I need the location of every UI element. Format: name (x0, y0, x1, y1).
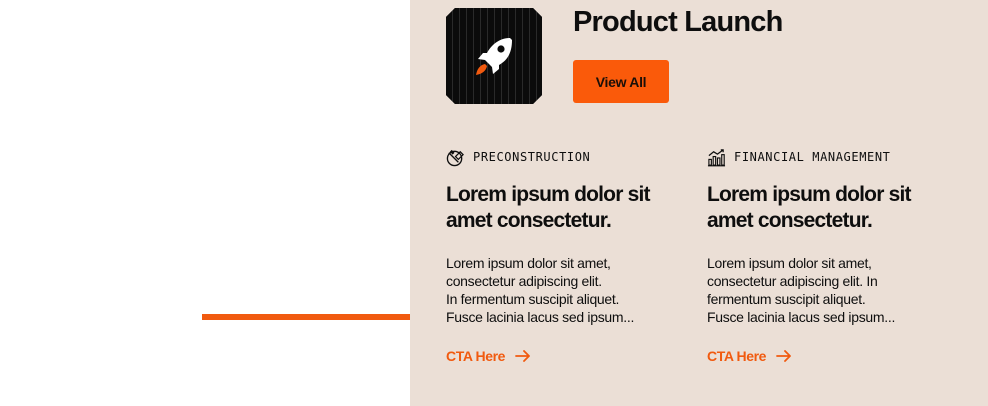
feature-card-preconstruction: PRECONSTRUCTION Lorem ipsum dolor sit am… (446, 146, 696, 366)
cta-link[interactable]: CTA Here (446, 348, 531, 364)
card-tag-label: FINANCIAL MANAGEMENT (734, 150, 891, 164)
cta-label: CTA Here (707, 348, 767, 364)
feature-card-financial-management: FINANCIAL MANAGEMENT Lorem ipsum dolor s… (707, 146, 957, 366)
card-tag: FINANCIAL MANAGEMENT (707, 146, 957, 168)
card-tag-label: PRECONSTRUCTION (473, 150, 591, 164)
card-body-line: Lorem ipsum dolor sit amet, (446, 255, 611, 271)
card-tag: PRECONSTRUCTION (446, 146, 696, 168)
arrow-right-icon (515, 350, 530, 362)
card-heading: Lorem ipsum dolor sit amet consectetur. (707, 183, 912, 232)
card-heading: Lorem ipsum dolor sit amet consectetur. (446, 183, 651, 232)
card-body-line: consectetur adipiscing elit. In (707, 273, 878, 289)
card-body-line: In fermentum suscipit aliquet. (446, 291, 620, 307)
rocket-icon (476, 38, 512, 75)
construction-tools-icon (446, 149, 464, 166)
view-all-button[interactable]: View All (573, 60, 669, 103)
card-body-line: Lorem ipsum dolor sit amet, (707, 255, 872, 271)
card-body-line: consectetur adipiscing elit. (446, 273, 602, 289)
product-logo-tile (446, 8, 542, 104)
arrow-right-icon (776, 350, 791, 362)
page-title: Product Launch (573, 6, 783, 38)
card-body-line: Fusce lacinia lacus sed ipsum... (707, 309, 896, 325)
content-panel: Product Launch View All PRECONSTRUCTION … (410, 0, 988, 406)
bar-chart-growth-icon (707, 148, 726, 166)
card-body-line: Fusce lacinia lacus sed ipsum... (446, 309, 635, 325)
card-body-line: fermentum suscipit aliquet. (707, 291, 866, 307)
card-body: Lorem ipsum dolor sit amet, consectetur … (446, 254, 686, 326)
cta-label: CTA Here (446, 348, 506, 364)
card-body: Lorem ipsum dolor sit amet, consectetur … (707, 254, 947, 326)
accent-divider-line (202, 314, 436, 320)
cta-link[interactable]: CTA Here (707, 348, 792, 364)
